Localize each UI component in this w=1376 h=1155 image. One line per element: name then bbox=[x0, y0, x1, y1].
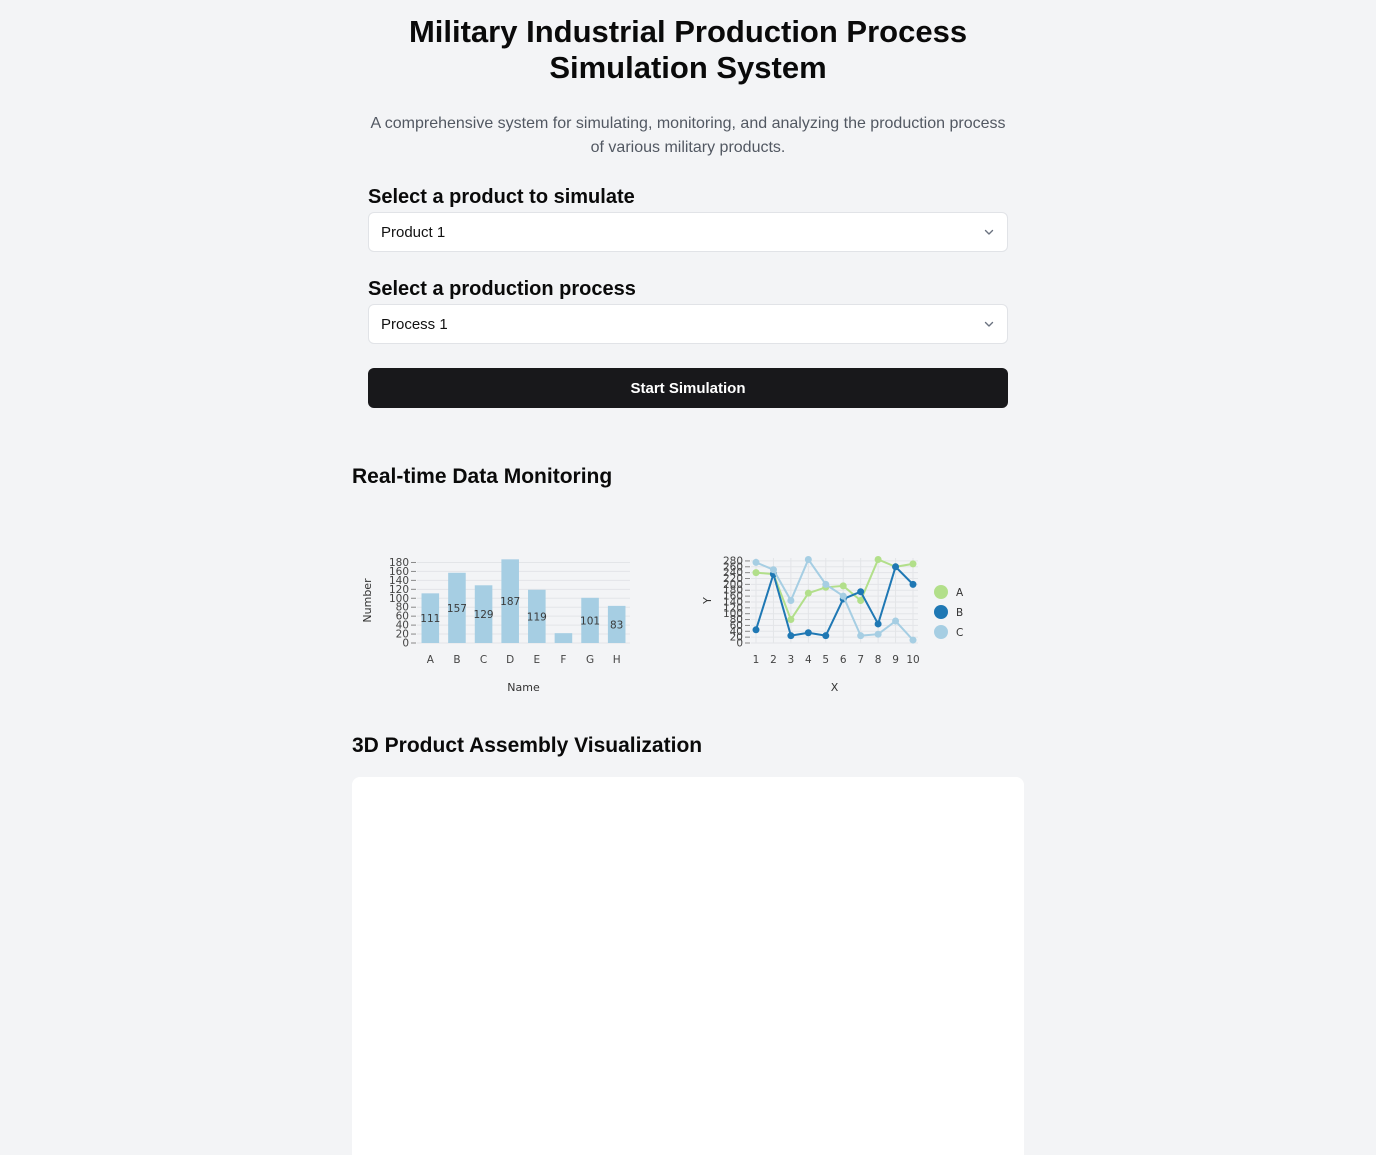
x-tick-label: 7 bbox=[857, 654, 864, 666]
y-tick-label: 280 bbox=[723, 555, 743, 567]
product-select[interactable]: Product 1 bbox=[368, 212, 1008, 252]
x-axis-label: Name bbox=[507, 681, 540, 694]
x-tick-label: 1 bbox=[753, 654, 760, 666]
data-point bbox=[787, 597, 795, 604]
data-point bbox=[909, 560, 917, 568]
visualization-heading: 3D Product Assembly Visualization bbox=[352, 734, 703, 757]
line-chart: 0204060801001201401601802002202402602801… bbox=[701, 555, 964, 694]
data-label: 157 bbox=[447, 603, 467, 615]
bar bbox=[554, 633, 573, 643]
data-label: 111 bbox=[420, 613, 440, 625]
data-point bbox=[804, 589, 812, 597]
page-subtitle: A comprehensive system for simulating, m… bbox=[370, 115, 1006, 156]
monitoring-heading: Real-time Data Monitoring bbox=[352, 465, 613, 488]
y-axis-label: Y bbox=[701, 597, 714, 605]
legend-swatch bbox=[934, 605, 948, 619]
x-tick-label: 9 bbox=[892, 654, 899, 666]
x-tick-label: 6 bbox=[840, 654, 847, 666]
x-tick-label: H bbox=[613, 654, 621, 666]
x-tick-label: B bbox=[453, 654, 460, 666]
process-select-value: Process 1 bbox=[381, 315, 448, 333]
data-point bbox=[909, 580, 917, 588]
data-point bbox=[874, 555, 882, 563]
x-tick-label: 5 bbox=[822, 654, 829, 666]
page-title: Military Industrial Production Process S… bbox=[408, 14, 968, 85]
x-tick-label: 3 bbox=[788, 654, 795, 666]
data-point bbox=[787, 632, 795, 640]
x-tick-label: E bbox=[533, 654, 540, 666]
data-point bbox=[822, 632, 830, 640]
data-label: 129 bbox=[474, 609, 494, 621]
y-tick-label: 180 bbox=[389, 557, 409, 569]
data-label: 83 bbox=[610, 619, 623, 631]
data-point bbox=[804, 629, 812, 637]
start-simulation-button[interactable]: Start Simulation bbox=[368, 368, 1008, 408]
data-point bbox=[839, 592, 847, 600]
x-tick-label: G bbox=[586, 654, 594, 666]
data-label: 187 bbox=[500, 596, 520, 608]
process-select[interactable]: Process 1 bbox=[368, 304, 1008, 344]
data-point bbox=[787, 616, 795, 624]
process-select-label: Select a production process bbox=[368, 278, 636, 300]
legend-label: A bbox=[956, 587, 964, 599]
x-tick-label: F bbox=[560, 654, 566, 666]
legend-swatch bbox=[934, 585, 948, 599]
x-tick-label: D bbox=[506, 654, 514, 666]
y-axis-label: Number bbox=[361, 578, 374, 623]
data-point bbox=[769, 566, 777, 574]
x-tick-label: A bbox=[427, 654, 435, 666]
data-point bbox=[839, 582, 847, 590]
legend-label: C bbox=[956, 627, 963, 639]
data-point bbox=[892, 617, 900, 625]
data-point bbox=[822, 580, 830, 588]
x-tick-label: 4 bbox=[805, 654, 812, 666]
data-point bbox=[892, 563, 900, 571]
data-point bbox=[874, 620, 882, 628]
data-point bbox=[804, 555, 812, 563]
data-point bbox=[857, 632, 865, 640]
bar-chart: 020406080100120140160180111A157B129C187D… bbox=[361, 557, 630, 694]
data-point bbox=[874, 630, 882, 638]
x-tick-label: C bbox=[480, 654, 487, 666]
chevron-down-icon bbox=[983, 318, 995, 330]
data-point bbox=[752, 558, 760, 566]
data-label: 119 bbox=[527, 611, 547, 623]
product-select-label: Select a product to simulate bbox=[368, 186, 635, 208]
product-select-value: Product 1 bbox=[381, 223, 446, 241]
data-point bbox=[752, 626, 760, 634]
legend-swatch bbox=[934, 625, 948, 639]
data-point bbox=[909, 636, 917, 644]
data-point bbox=[752, 569, 760, 577]
x-axis-label: X bbox=[831, 681, 839, 694]
x-tick-label: 10 bbox=[906, 654, 919, 666]
chevron-down-icon bbox=[983, 226, 995, 238]
x-tick-label: 8 bbox=[875, 654, 882, 666]
legend-label: B bbox=[956, 607, 963, 619]
data-label: 101 bbox=[580, 615, 600, 627]
series-line-c bbox=[755, 557, 914, 641]
assembly-3d-canvas[interactable] bbox=[352, 777, 1024, 1155]
x-tick-label: 2 bbox=[770, 654, 777, 666]
data-point bbox=[857, 588, 865, 596]
